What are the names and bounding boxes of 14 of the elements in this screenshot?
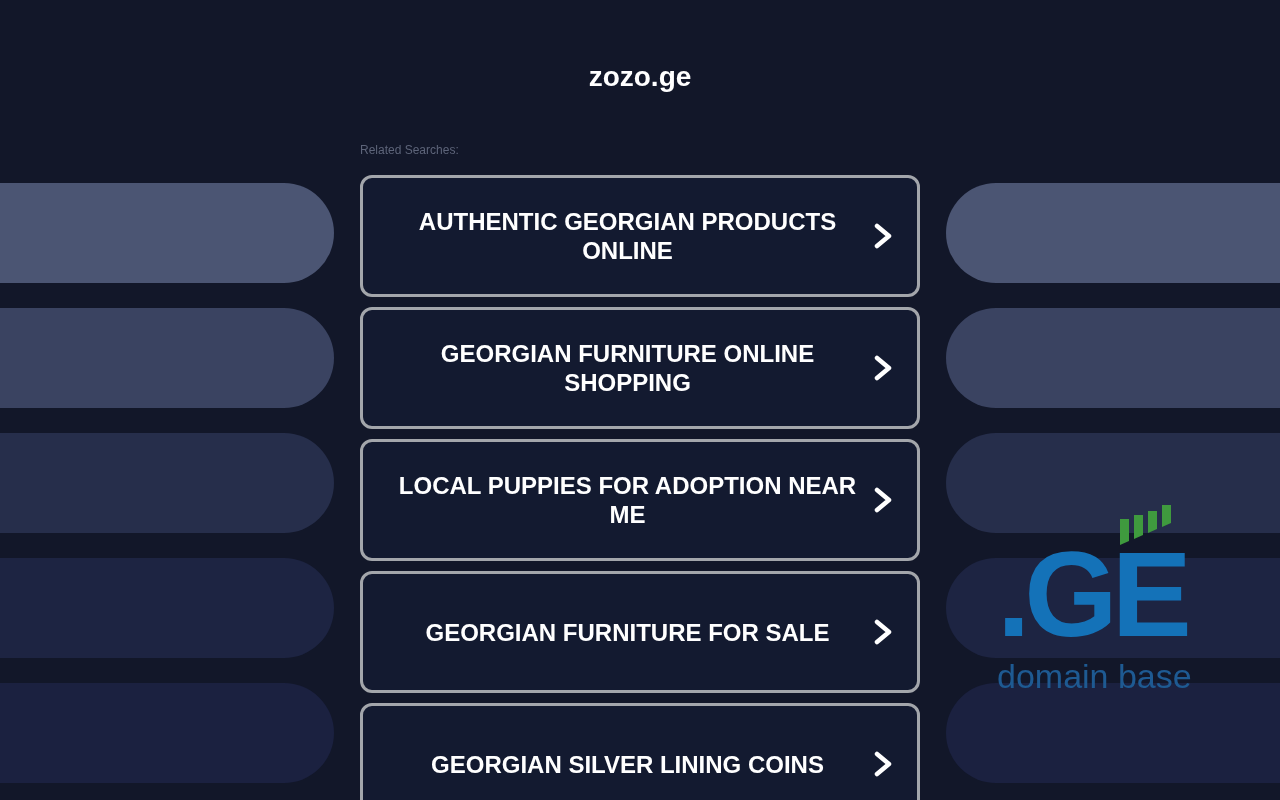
chevron-right-icon: [874, 751, 892, 777]
site-title: zozo.ge: [588, 61, 692, 93]
chevron-right-icon: [874, 223, 892, 249]
related-search-button[interactable]: AUTHENTIC GEORGIAN PRODUCTS ONLINE: [360, 175, 920, 297]
logo-mark: .GE: [997, 546, 1186, 642]
related-search-button[interactable]: LOCAL PUPPIES FOR ADOPTION NEAR ME: [360, 439, 920, 561]
related-searches-label: Related Searches:: [360, 143, 459, 157]
chevron-right-icon: [874, 355, 892, 381]
logo-tagline: domain base: [997, 656, 1192, 696]
related-search-button[interactable]: GEORGIAN FURNITURE ONLINE SHOPPING: [360, 307, 920, 429]
related-search-button[interactable]: GEORGIAN SILVER LINING COINS: [360, 703, 920, 800]
chevron-right-icon: [874, 487, 892, 513]
chevron-right-icon: [874, 619, 892, 645]
related-search-button[interactable]: GEORGIAN FURNITURE FOR SALE: [360, 571, 920, 693]
